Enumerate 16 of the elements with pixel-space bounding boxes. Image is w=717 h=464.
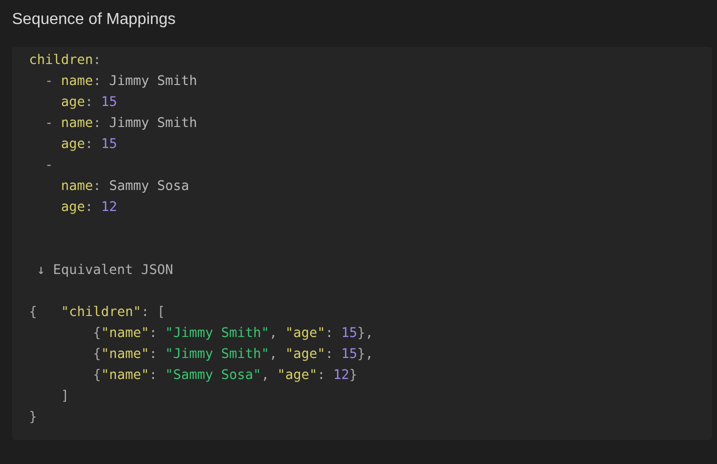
code-line: {"name": "Jimmy Smith", "age": 15},: [92, 346, 374, 364]
code-line: name: Sammy Sosa: [60, 178, 190, 196]
code-line: age: 15: [60, 94, 118, 112]
code-line: - name: Jimmy Smith: [44, 115, 198, 133]
code-line: {"name": "Sammy Sosa", "age": 12}: [92, 367, 358, 385]
code-line: }: [29, 409, 38, 427]
code-line: { "children": [: [29, 304, 166, 322]
code-line: {"name": "Jimmy Smith", "age": 15},: [92, 325, 374, 343]
code-line: -: [44, 157, 54, 175]
caption-text: ↓ Equivalent JSON: [37, 262, 174, 280]
section-title: Sequence of Mappings: [12, 10, 176, 30]
code-line: age: 12: [60, 199, 118, 217]
code-line: age: 15: [60, 136, 118, 154]
code-line: - name: Jimmy Smith: [44, 73, 198, 91]
code-line: children:: [29, 52, 102, 70]
code-line: ]: [60, 388, 70, 406]
